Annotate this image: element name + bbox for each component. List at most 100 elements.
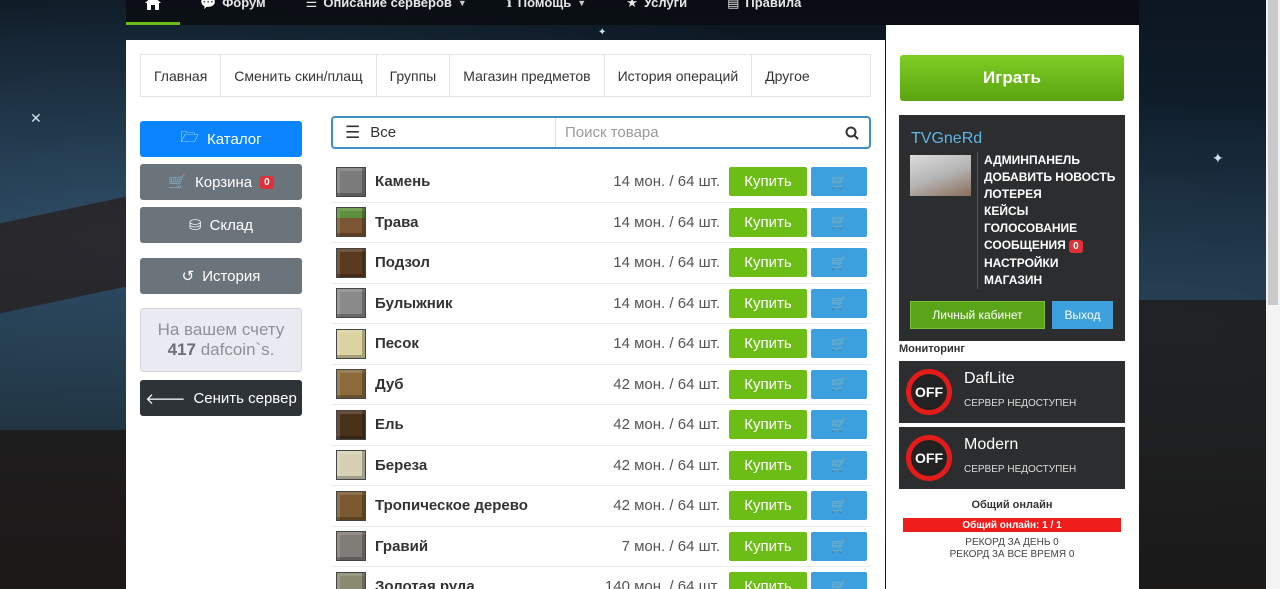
nav-forum[interactable]: 💬 Форум [180, 0, 286, 10]
cart-icon: 🛒 [830, 416, 848, 432]
menu-icon: ☰ [345, 122, 361, 142]
tab-operation-history[interactable]: История операций [605, 55, 753, 96]
item-name[interactable]: Гравий [375, 538, 605, 555]
buy-button[interactable]: Купить [729, 248, 807, 278]
add-to-cart-button[interactable]: 🛒 [811, 248, 867, 278]
nav-home[interactable] [126, 0, 180, 25]
record-day: РЕКОРД ЗА ДЕНЬ 0 [965, 537, 1059, 548]
item-icon [336, 450, 366, 481]
item-icon [336, 247, 366, 278]
search-icon[interactable] [835, 126, 869, 140]
search-bar: ☰ Все [331, 116, 871, 149]
book-icon: ▤ [727, 0, 740, 10]
chat-icon: 💬 [200, 0, 217, 10]
buy-button[interactable]: Купить [729, 450, 807, 480]
search-input[interactable] [556, 118, 835, 147]
tab-groups[interactable]: Группы [377, 55, 451, 96]
tab-home[interactable]: Главная [141, 55, 222, 96]
item-price: 42 мон. / 64 шт. [613, 497, 720, 515]
play-button[interactable]: Играть [900, 55, 1124, 101]
username-link[interactable]: TVGneRd [911, 130, 982, 148]
add-to-cart-button[interactable]: 🛒 [811, 491, 867, 521]
logout-button[interactable]: Выход [1052, 301, 1113, 329]
scrollbar-thumb[interactable] [1268, 0, 1278, 305]
item-icon [336, 409, 366, 440]
add-to-cart-button[interactable]: 🛒 [811, 329, 867, 359]
balance-box: На вашем счету 417 dafcoin`s. [140, 308, 302, 372]
tab-other[interactable]: Другое [752, 55, 822, 96]
item-name[interactable]: Береза [375, 457, 605, 474]
menu-link-messages[interactable]: СООБЩЕНИЯ 0 [984, 237, 1115, 255]
item-name[interactable]: Золотая руда [375, 578, 605, 589]
list-item: Дуб 42 мон. / 64 шт. Купить 🛒 [331, 365, 871, 405]
item-list: Камень 14 мон. / 64 шт. Купить 🛒 Трава 1… [331, 162, 871, 589]
menu-link-voting[interactable]: ГОЛОСОВАНИЕ [984, 220, 1115, 237]
item-name[interactable]: Трава [375, 214, 605, 231]
cart-icon: 🛒 [830, 538, 848, 554]
add-to-cart-button[interactable]: 🛒 [811, 572, 867, 589]
item-name[interactable]: Ель [375, 416, 605, 433]
item-price: 14 мон. / 64 шт. [613, 294, 720, 312]
add-to-cart-button[interactable]: 🛒 [811, 207, 867, 237]
item-name[interactable]: Камень [375, 173, 605, 190]
chevron-down-icon: ▼ [457, 0, 467, 8]
item-icon [336, 166, 366, 197]
item-name[interactable]: Подзол [375, 254, 605, 271]
category-select[interactable]: ☰ Все [333, 118, 556, 147]
menu-link-shop[interactable]: МАГАЗИН [984, 272, 1115, 289]
top-navigation: 💬 Форум ☰ Описание серверов ▼ ℹ Помощь ▼… [126, 0, 1139, 25]
item-icon [336, 328, 366, 359]
cart-icon: 🛒 [830, 254, 848, 270]
buy-button[interactable]: Купить [729, 167, 807, 197]
storage-button[interactable]: ⛁ Склад [140, 207, 302, 243]
avatar [910, 155, 971, 196]
add-to-cart-button[interactable]: 🛒 [811, 450, 867, 480]
item-name[interactable]: Тропическое дерево [375, 497, 605, 514]
menu-link-settings[interactable]: НАСТРОЙКИ [984, 255, 1115, 272]
star-icon: ✦ [598, 27, 607, 38]
cart-button[interactable]: 🛒 Корзина 0 [140, 164, 302, 200]
buy-button[interactable]: Купить [729, 329, 807, 359]
change-server-button[interactable]: 🡐 Сенить сервер [140, 380, 302, 416]
star-icon: ✦ [1212, 150, 1224, 166]
background-block [0, 430, 126, 589]
add-to-cart-button[interactable]: 🛒 [811, 288, 867, 318]
buy-button[interactable]: Купить [729, 207, 807, 237]
nav-services[interactable]: ★ Услуги [606, 0, 707, 10]
menu-link-admin[interactable]: АДМИНПАНЕЛЬ [984, 152, 1115, 169]
cart-count-badge: 0 [260, 175, 274, 189]
buy-button[interactable]: Купить [729, 410, 807, 440]
buy-button[interactable]: Купить [729, 288, 807, 318]
add-to-cart-button[interactable]: 🛒 [811, 531, 867, 561]
add-to-cart-button[interactable]: 🛒 [811, 410, 867, 440]
nav-forum-label: Форум [222, 0, 266, 10]
item-name[interactable]: Дуб [375, 376, 605, 393]
catalog-button[interactable]: 🗁 Каталог [140, 121, 302, 157]
tab-change-skin[interactable]: Сменить скин/плащ [221, 55, 377, 96]
balance-line: 417 dafcoin`s. [141, 340, 301, 360]
tab-item-shop[interactable]: Магазин предметов [450, 55, 605, 96]
scrollbar[interactable] [1266, 0, 1280, 589]
add-to-cart-button[interactable]: 🛒 [811, 167, 867, 197]
server-card[interactable]: OFF Modern СЕРВЕР НЕДОСТУПЕН [899, 427, 1125, 489]
server-name: DafLite [964, 370, 1015, 387]
buy-button[interactable]: Купить [729, 491, 807, 521]
buy-button[interactable]: Купить [729, 531, 807, 561]
history-button[interactable]: ↺ История [140, 258, 302, 294]
item-name[interactable]: Песок [375, 335, 605, 352]
menu-link-add-news[interactable]: ДОБАВИТЬ НОВОСТЬ [984, 169, 1115, 186]
item-icon [336, 531, 366, 562]
nav-help-label: Помощь [517, 0, 572, 10]
nav-rules[interactable]: ▤ Правила [707, 0, 821, 10]
item-name[interactable]: Булыжник [375, 295, 605, 312]
menu-link-lottery[interactable]: ЛОТЕРЕЯ [984, 186, 1115, 203]
menu-link-cases[interactable]: КЕЙСЫ [984, 203, 1115, 220]
nav-servers[interactable]: ☰ Описание серверов ▼ [286, 0, 487, 10]
personal-cabinet-button[interactable]: Личный кабинет [910, 301, 1045, 329]
balance-currency: dafcoin`s. [200, 340, 275, 359]
buy-button[interactable]: Купить [729, 369, 807, 399]
server-card[interactable]: OFF DafLite СЕРВЕР НЕДОСТУПЕН [899, 361, 1125, 423]
nav-help[interactable]: ℹ Помощь ▼ [487, 0, 606, 10]
buy-button[interactable]: Купить [729, 572, 807, 589]
add-to-cart-button[interactable]: 🛒 [811, 369, 867, 399]
